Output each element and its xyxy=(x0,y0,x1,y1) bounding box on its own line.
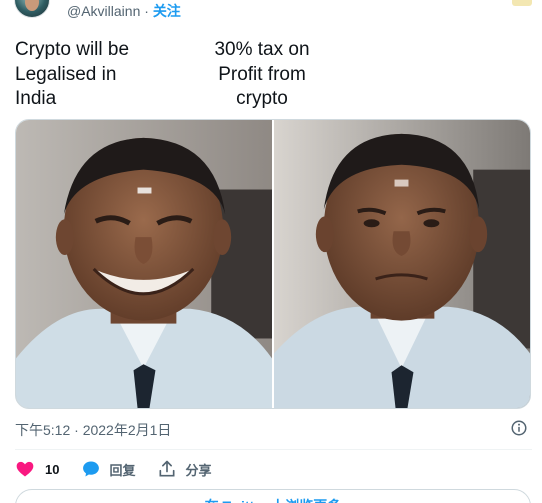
follow-button[interactable]: 关注 xyxy=(153,3,181,19)
info-icon[interactable] xyxy=(510,419,528,437)
meme-panel-smiling xyxy=(16,120,272,408)
heart-icon xyxy=(16,461,34,477)
view-more-button[interactable]: 在 Twitter 上浏览更多 xyxy=(15,489,531,503)
caption-right: 30% tax on Profit from crypto xyxy=(214,39,310,109)
reply-button[interactable]: 回复 xyxy=(81,459,135,479)
share-button[interactable]: 分享 xyxy=(157,459,212,479)
avatar[interactable] xyxy=(14,0,50,18)
meme-panel-sad xyxy=(274,120,530,408)
like-button[interactable]: 10 xyxy=(15,459,59,479)
share-icon xyxy=(159,460,175,477)
divider xyxy=(15,449,532,450)
share-label: 分享 xyxy=(185,462,212,478)
meme-image[interactable] xyxy=(15,119,531,409)
reply-bubble-icon xyxy=(83,461,100,477)
like-count: 10 xyxy=(45,461,60,477)
tweet-timestamp[interactable]: 下午5:12 · 2022年2月1日 xyxy=(15,420,171,440)
tweet-actions: 10 回复 分享 xyxy=(15,458,234,480)
reply-label: 回复 xyxy=(109,462,136,478)
handle-separator: · xyxy=(140,3,153,19)
top-corner-badge xyxy=(512,0,532,6)
author-handle[interactable]: @Akvillainn xyxy=(67,3,140,19)
author-line: @Akvillainn · 关注 xyxy=(67,1,181,21)
caption-left: Crypto will be Legalised in India xyxy=(15,39,130,109)
